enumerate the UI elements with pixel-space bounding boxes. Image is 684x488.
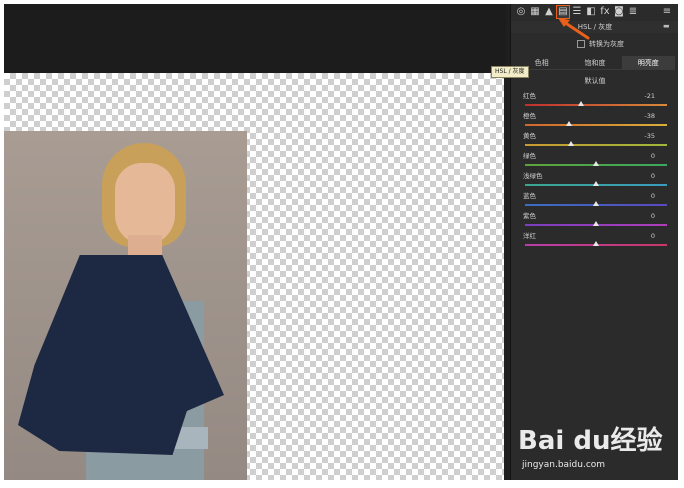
slider-row: 绿色 0 — [511, 150, 678, 170]
slider-label: 橙色 — [523, 112, 536, 120]
slider-track[interactable] — [525, 161, 667, 166]
slider-value[interactable]: 0 — [651, 152, 655, 161]
slider-row: 紫色 0 — [511, 210, 678, 230]
slider-row: 黄色 -35 — [511, 130, 678, 150]
slider-value[interactable]: -35 — [644, 132, 655, 141]
slider-value[interactable]: 0 — [651, 212, 655, 221]
photo-face — [115, 163, 175, 245]
slider-value[interactable]: 0 — [651, 232, 655, 241]
slider-value[interactable]: -21 — [644, 92, 655, 101]
presets-icon[interactable]: ≣ — [627, 6, 639, 18]
hsl-tabs: 色相 饱和度 明亮度 — [515, 56, 675, 70]
slider-thumb[interactable] — [593, 161, 599, 166]
aperture-icon[interactable]: ◎ — [515, 6, 527, 18]
slider-thumb[interactable] — [578, 101, 585, 106]
watermark-url: jingyan.baidu.com — [522, 460, 606, 470]
watermark-logo: Bai du经验 — [518, 426, 663, 456]
adjustment-panel: ◎ ▦ ▲ ▤ ☰ ◧ fx ◙ ≣ ≡ HSL / 灰度 ▬ 转换为灰度 色相 饱和度 明亮度… — [510, 4, 678, 480]
section-menu-icon[interactable]: ▬ — [663, 22, 673, 30]
slider-thumb[interactable] — [568, 141, 575, 146]
slider-list: 红色 -21 橙色 -38 黄色 -35 绿色 0 浅绿色 0 蓝色 0 紫色 0 洋红 0 — [511, 90, 678, 250]
slider-track[interactable] — [525, 201, 667, 206]
tab-saturation[interactable]: 饱和度 — [568, 56, 622, 70]
fx-icon[interactable]: fx — [599, 6, 611, 18]
camera-icon[interactable]: ◙ — [613, 6, 625, 18]
slider-row: 洋红 0 — [511, 230, 678, 250]
slider-label: 红色 — [523, 92, 536, 100]
photo-editor-window: ◎ ▦ ▲ ▤ ☰ ◧ fx ◙ ≣ ≡ HSL / 灰度 ▬ 转换为灰度 色相 饱和度 明亮度… — [4, 4, 678, 480]
slider-thumb[interactable] — [593, 201, 599, 206]
slider-track[interactable] — [525, 241, 667, 246]
slider-track[interactable] — [525, 141, 667, 146]
portrait-photo — [4, 131, 247, 480]
tab-luminance[interactable]: 明亮度 — [621, 56, 675, 70]
hsl-tooltip: HSL / 灰度 — [491, 66, 529, 78]
annotation-arrow — [558, 18, 590, 40]
convert-gray-label: 转换为灰度 — [589, 40, 624, 48]
slider-label: 黄色 — [523, 132, 536, 140]
slider-label: 绿色 — [523, 152, 536, 160]
convert-gray-checkbox[interactable] — [577, 40, 585, 48]
histogram-icon[interactable]: ▦ — [529, 6, 541, 18]
slider-label: 洋红 — [523, 232, 536, 240]
slider-thumb[interactable] — [593, 241, 599, 246]
image-canvas[interactable] — [4, 73, 504, 480]
slider-thumb[interactable] — [566, 121, 573, 126]
section-title: HSL / 灰度 — [511, 21, 678, 33]
top-toolbar-area — [4, 4, 506, 73]
slider-value[interactable]: -38 — [644, 112, 655, 121]
slider-row: 红色 -21 — [511, 90, 678, 110]
slider-row: 蓝色 0 — [511, 190, 678, 210]
slider-track[interactable] — [525, 101, 667, 106]
default-link[interactable]: 默认值 — [511, 76, 678, 86]
slider-track[interactable] — [525, 181, 667, 186]
slider-row: 浅绿色 0 — [511, 170, 678, 190]
slider-track[interactable] — [525, 221, 667, 226]
slider-label: 紫色 — [523, 212, 536, 220]
slider-label: 浅绿色 — [523, 172, 543, 180]
slider-track[interactable] — [525, 121, 667, 126]
baidu-watermark: Bai du经验 jingyan.baidu.com — [518, 420, 668, 480]
slider-value[interactable]: 0 — [651, 192, 655, 201]
slider-label: 蓝色 — [523, 192, 536, 200]
convert-gray-row[interactable]: 转换为灰度 — [577, 39, 624, 49]
slider-row: 橙色 -38 — [511, 110, 678, 130]
panel-menu-icon[interactable]: ≡ — [661, 6, 673, 18]
slider-thumb[interactable] — [593, 181, 599, 186]
slider-value[interactable]: 0 — [651, 172, 655, 181]
slider-thumb[interactable] — [593, 221, 599, 226]
